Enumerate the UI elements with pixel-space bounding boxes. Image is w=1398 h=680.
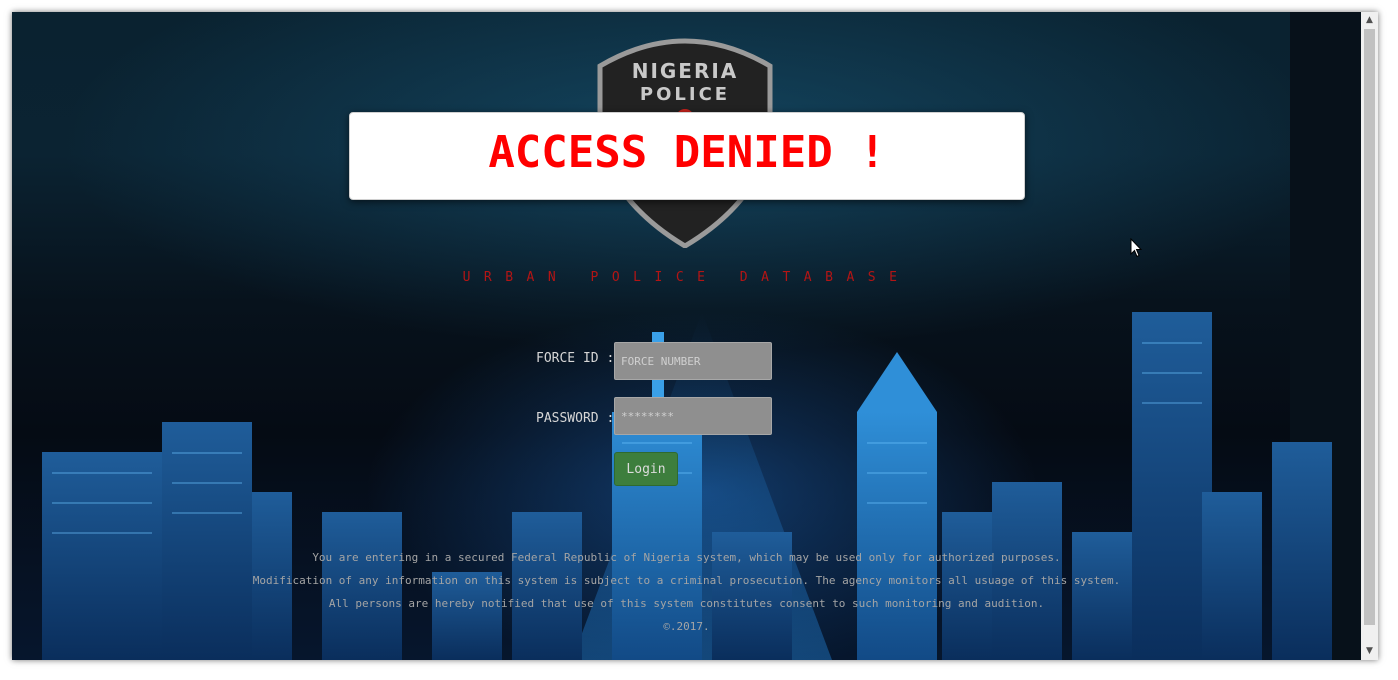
notice-line-2: Modification of any information on this … [252,574,1121,587]
force-id-input[interactable] [614,342,772,380]
page-viewport: NIGERIA POLICE ACCESS DENIED ! URBAN POL… [12,12,1361,660]
password-input[interactable] [614,397,772,435]
legal-notice: You are entering in a secured Federal Re… [12,546,1361,638]
login-button[interactable]: Login [614,452,678,486]
browser-window: NIGERIA POLICE ACCESS DENIED ! URBAN POL… [12,12,1378,660]
notice-line-3: All persons are hereby notified that use… [328,597,1045,610]
copyright-text: ©.2017. [663,620,710,633]
badge-text-line2: POLICE [640,84,730,105]
access-denied-alert: ACCESS DENIED ! [349,112,1025,200]
scrollbar-thumb[interactable] [1364,29,1375,625]
badge-text-line1: NIGERIA [632,59,739,83]
mouse-pointer-icon [1130,238,1142,258]
chevron-up-icon[interactable]: ▲ [1361,12,1378,29]
password-label: PASSWORD : [536,411,615,426]
site-subtitle: URBAN POLICE DATABASE [462,270,911,285]
vertical-scrollbar[interactable]: ▲ ▼ [1361,12,1378,660]
chevron-down-icon[interactable]: ▼ [1361,643,1378,660]
notice-line-1: You are entering in a secured Federal Re… [312,551,1061,564]
force-id-label: FORCE ID : [536,351,615,366]
